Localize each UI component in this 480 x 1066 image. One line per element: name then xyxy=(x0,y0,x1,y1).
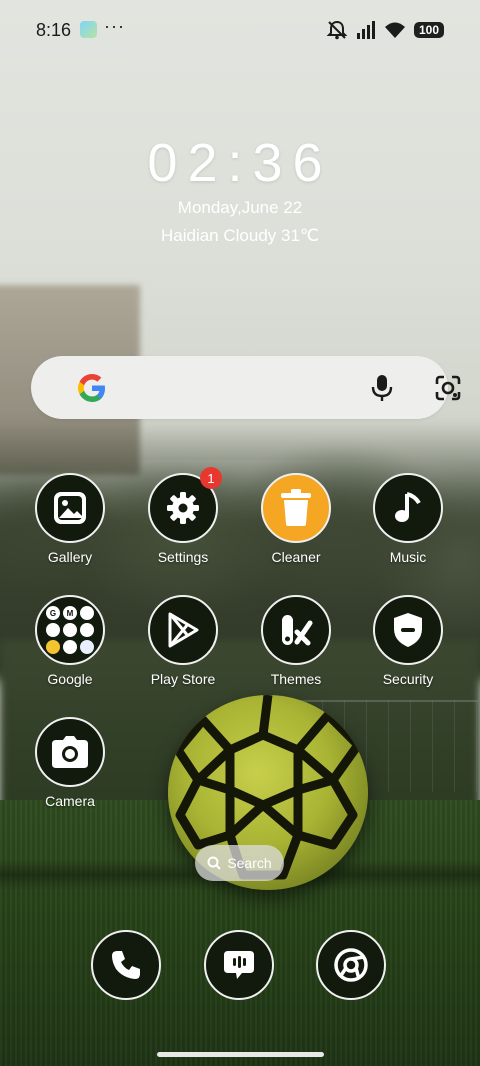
app-google-folder[interactable]: G M Google xyxy=(15,595,125,715)
app-label: Gallery xyxy=(47,549,93,565)
phone-icon xyxy=(91,930,161,1000)
music-note-icon xyxy=(373,473,443,543)
app-gallery[interactable]: Gallery xyxy=(15,473,125,593)
app-search-button[interactable]: Search xyxy=(195,845,284,881)
app-themes[interactable]: Themes xyxy=(241,595,351,715)
dock-phone[interactable] xyxy=(71,930,181,1000)
clock-time[interactable]: 02:36 xyxy=(0,132,480,194)
app-label: Google xyxy=(47,671,93,687)
clock-date[interactable]: Monday,June 22 xyxy=(0,198,480,218)
app-label: Security xyxy=(382,671,434,687)
app-label: Camera xyxy=(45,793,95,809)
app-label: Settings xyxy=(157,549,209,565)
gesture-nav-bar[interactable] xyxy=(157,1052,324,1057)
folder-item: M xyxy=(63,606,77,620)
lens-icon[interactable] xyxy=(434,374,462,402)
app-security[interactable]: Security xyxy=(353,595,463,715)
app-settings[interactable]: 1 Settings xyxy=(128,467,238,593)
app-cleaner[interactable]: Cleaner xyxy=(241,473,351,593)
folder-item xyxy=(46,640,60,654)
search-pill-label: Search xyxy=(227,855,272,871)
folder-item xyxy=(63,623,77,637)
status-bar: 8:16 ··· 100 xyxy=(0,0,480,60)
app-label: Play Store xyxy=(150,671,216,687)
folder-item xyxy=(80,640,94,654)
trash-icon xyxy=(261,473,331,543)
notification-app-icon xyxy=(80,21,97,38)
app-label: Music xyxy=(389,549,427,565)
app-label: Themes xyxy=(270,671,322,687)
shield-icon xyxy=(373,595,443,665)
app-label: Cleaner xyxy=(271,549,321,565)
dock-messages[interactable] xyxy=(184,930,294,1000)
mute-icon xyxy=(326,20,348,40)
wifi-icon xyxy=(385,22,405,38)
mic-icon[interactable] xyxy=(371,374,393,402)
battery-icon: 100 xyxy=(414,22,444,38)
folder-item xyxy=(63,640,77,654)
dock-chrome[interactable] xyxy=(296,930,406,1000)
folder-icon: G M xyxy=(35,595,105,665)
folder-item: G xyxy=(46,606,60,620)
folder-item xyxy=(46,623,60,637)
app-camera[interactable]: Camera xyxy=(15,717,125,837)
app-music[interactable]: Music xyxy=(353,473,463,593)
more-notifications-icon: ··· xyxy=(104,16,125,36)
camera-icon xyxy=(35,717,105,787)
search-icon xyxy=(207,856,222,870)
notification-badge: 1 xyxy=(200,467,222,489)
chrome-icon xyxy=(316,930,386,1000)
app-play-store[interactable]: Play Store xyxy=(128,595,238,715)
weather-text[interactable]: Haidian Cloudy 31℃ xyxy=(0,226,480,246)
signal-icon xyxy=(357,21,375,39)
status-time: 8:16 xyxy=(36,20,72,40)
messages-icon xyxy=(204,930,274,1000)
folder-item xyxy=(80,623,94,637)
gallery-icon xyxy=(35,473,105,543)
google-logo-icon xyxy=(78,374,105,402)
folder-item xyxy=(80,606,94,620)
play-icon xyxy=(148,595,218,665)
google-search-bar[interactable] xyxy=(31,356,461,419)
themes-icon xyxy=(261,595,331,665)
